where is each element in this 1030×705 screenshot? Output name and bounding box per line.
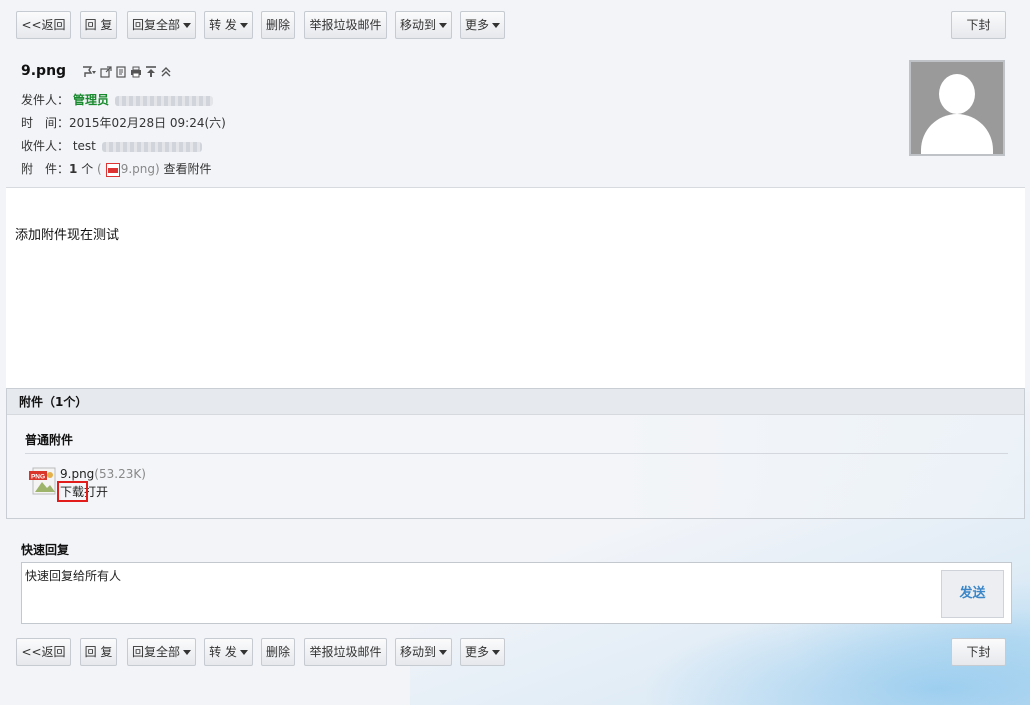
move-to-label: 移动到	[399, 645, 436, 659]
sender-name[interactable]: 管理员	[73, 93, 109, 107]
report-spam-button[interactable]: 举报垃圾邮件	[304, 638, 387, 666]
more-label: 更多	[464, 18, 489, 32]
chevron-down-icon	[239, 650, 248, 655]
mail-body: 添加附件现在测试	[6, 187, 1025, 388]
chevron-down-icon	[439, 23, 447, 28]
next-mail-button[interactable]: 下封	[951, 11, 1006, 39]
top-icon[interactable]	[145, 66, 157, 78]
popout-icon[interactable]	[100, 66, 112, 78]
attach-file-link[interactable]: 9.png)	[121, 162, 160, 176]
attach-count: 1	[69, 162, 78, 176]
time-value: 2015年02月28日 09:24(六)	[69, 116, 226, 130]
reply-button[interactable]: 回 复	[80, 11, 117, 39]
delete-button[interactable]: 删除	[261, 638, 295, 666]
move-to-button[interactable]: 移动到	[395, 11, 452, 39]
attach-row: 附 件：1 个 (9.png) 查看附件	[21, 160, 212, 177]
view-attachments-link[interactable]: 查看附件	[164, 162, 212, 176]
chevron-down-icon	[439, 650, 447, 655]
attachment-name[interactable]: 9.png	[60, 467, 94, 481]
mail-subject: 9.png	[21, 63, 67, 79]
recipient-name[interactable]: test	[73, 139, 96, 153]
more-button[interactable]: 更多	[460, 638, 505, 666]
attach-label: 附 件：	[21, 162, 70, 176]
chevron-down-icon	[239, 23, 248, 28]
recipient-address-redacted	[101, 141, 202, 152]
back-button[interactable]: <<返回	[16, 11, 71, 39]
more-button[interactable]: 更多	[460, 11, 505, 39]
collapse-icon[interactable]	[160, 66, 172, 78]
attach-unit: 个	[81, 162, 94, 176]
more-label: 更多	[464, 645, 489, 659]
subject-tools	[81, 66, 172, 78]
delete-button[interactable]: 删除	[261, 11, 295, 39]
back-button[interactable]: <<返回	[16, 638, 71, 666]
move-to-button[interactable]: 移动到	[395, 638, 452, 666]
attachment-size: (53.23K)	[94, 467, 146, 481]
time-row: 时 间：2015年02月28日 09:24(六)	[21, 114, 226, 131]
next-mail-button[interactable]: 下封	[951, 638, 1006, 666]
sender-address-redacted	[115, 95, 214, 106]
svg-text:PNG: PNG	[31, 474, 45, 481]
attachment-file: 9.png(53.23K)	[60, 467, 146, 481]
highlight-box	[57, 481, 88, 502]
chevron-down-icon	[492, 650, 500, 655]
avatar-head-shape	[939, 74, 975, 114]
reply-button[interactable]: 回 复	[80, 638, 117, 666]
reply-all-label: 回复全部	[131, 645, 180, 659]
toolbar-top: <<返回 回 复 回复全部 转 发 删除 举报垃圾邮件 移动到 更多 下封	[16, 11, 1006, 39]
divider	[25, 453, 1008, 454]
time-label: 时 间：	[21, 116, 70, 130]
print-icon[interactable]	[130, 66, 142, 78]
from-row: 发件人： 管理员	[21, 91, 214, 108]
toolbar-bottom: <<返回 回 复 回复全部 转 发 删除 举报垃圾邮件 移动到 更多 下封	[16, 638, 1006, 666]
png-file-icon	[105, 162, 120, 177]
forward-button[interactable]: 转 发	[204, 11, 253, 39]
forward-button[interactable]: 转 发	[204, 638, 253, 666]
quick-reply-title: 快速回复	[21, 543, 70, 557]
attachments-header: 附件（1个）	[7, 389, 1024, 415]
attachment-actions: 下载 打开	[57, 481, 108, 502]
to-row: 收件人： test	[21, 137, 202, 154]
attach-paren-open: (	[97, 162, 102, 176]
forward-label: 转 发	[209, 645, 237, 659]
reply-all-label: 回复全部	[131, 18, 180, 32]
reply-all-button[interactable]: 回复全部	[127, 638, 196, 666]
chevron-down-icon	[492, 23, 500, 28]
reply-all-button[interactable]: 回复全部	[127, 11, 196, 39]
attachments-panel: 附件（1个） 普通附件 PNG 9.png(53.23K) 下载 打开	[6, 388, 1025, 519]
download-link[interactable]: 下载	[57, 481, 88, 502]
chevron-down-icon	[183, 650, 191, 655]
flag-icon[interactable]	[81, 66, 97, 78]
avatar-body-shape	[921, 114, 993, 154]
from-label: 发件人：	[21, 93, 70, 107]
chevron-down-icon	[183, 23, 191, 28]
quick-reply-placeholder: 快速回复给所有人	[25, 569, 122, 583]
forward-label: 转 发	[209, 18, 237, 32]
attachments-section-title: 普通附件	[25, 433, 74, 447]
source-icon[interactable]	[115, 66, 127, 78]
to-label: 收件人：	[21, 139, 70, 153]
report-spam-button[interactable]: 举报垃圾邮件	[304, 11, 387, 39]
png-file-icon: PNG	[29, 467, 56, 495]
quick-reply-input[interactable]: 快速回复给所有人 发送	[21, 562, 1012, 624]
send-button[interactable]: 发送	[941, 570, 1004, 618]
avatar	[909, 60, 1005, 156]
mail-body-text: 添加附件现在测试	[15, 228, 120, 243]
move-to-label: 移动到	[399, 18, 436, 32]
